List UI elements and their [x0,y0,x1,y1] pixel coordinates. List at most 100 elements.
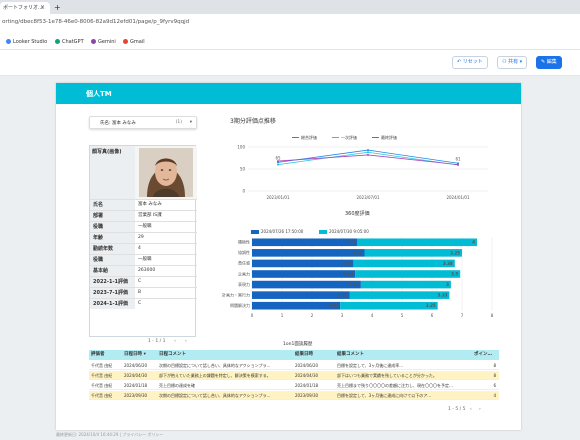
table-cell: 2024/04/30 [124,373,148,378]
legend-label: 2024/07/26 17:50:00 [261,229,304,234]
report-toolbar: ↶ リセット ⚇ 共有 ▾ ✎ 編集 [0,50,580,76]
bar-value-label: 4 [472,240,475,245]
table-pager: 1 - 5 / 5 [448,407,466,412]
address-bar[interactable]: orting/dbec8f53-1e78-46e0-8006-82a9d12ef… [0,14,580,36]
bar [252,238,357,247]
profile-row-label: 役職 [90,255,135,265]
category-label: 計画力・実行力 [222,291,250,297]
tab-title: ポートフォリオ… [3,5,44,11]
table-cell: 売上目標まで残り〇〇〇〇の差額に注力し、現在〇〇〇を予定… [337,383,453,388]
legend-swatch [292,136,299,138]
bar [349,291,450,299]
x-tick-label: 6 [431,313,434,318]
y-tick-label: 0 [242,189,245,194]
line-chart: 0 50 100 2023/01/01 2023/07/01 2024/01/01 65 61 [237,145,488,200]
profile-row-value: 営業部 IS課 [138,213,162,218]
browser-tab-strip: ポートフォリオ… × + [0,0,580,14]
legend-swatch [251,229,259,234]
bar-value-label: 3.44 [343,271,353,276]
category-label: 企画力 [238,270,250,276]
bar-value-label: 2.94 [328,303,338,308]
line-legend-item: 最終評価 [372,135,397,141]
profile-row-value: C [138,301,142,306]
column-header: ポイン… [474,352,492,357]
bookmark-gemini[interactable]: Gemini [91,39,116,45]
gmail-icon [123,39,128,44]
x-tick-label: 2 [311,313,314,318]
profile-row-label: 勤続年数 [90,244,135,254]
dropdown-count: (1) [175,120,182,125]
table-cell: 2024/01/18 [295,383,319,388]
dropdown-label: 氏名: 富本 みなみ [100,121,136,126]
category-label: 協調性 [238,249,250,255]
bar-value-label: 3.63 [349,282,359,287]
prev-page-icon[interactable]: ‹ [174,339,176,344]
bar-value-label: 3.5 [451,271,458,276]
profile-row-value: 29 [138,235,144,240]
table-cell: 2024/06/20 [124,363,148,368]
table-cell: 部下が抱えていた業務上の課題を特定し、解決策を模索する。 [159,373,271,378]
legend-label: 総合評価 [301,135,317,140]
reset-button[interactable]: ↶ リセット [452,56,488,69]
bookmark-looker-studio[interactable]: Looker Studio [6,39,47,45]
column-header: 結果コメント [337,352,364,357]
data-point [457,163,459,166]
data-label: 61 [455,156,461,161]
table-cell: 千代音 由紀 [91,393,113,398]
url-text[interactable]: orting/dbec8f53-1e78-46e0-8006-82a9d12ef… [2,19,189,25]
profile-row-label: 2022-1-1評価 [90,277,135,287]
bookmark-gmail[interactable]: Gmail [123,39,145,45]
bar [252,249,365,257]
legend-swatch [332,136,339,138]
edit-button[interactable]: ✎ 編集 [536,56,562,69]
next-page-icon[interactable]: › [185,339,187,344]
share-button[interactable]: ⚇ 共有 ▾ [497,56,528,69]
bar-legend-item: 2024/07/30 9:05:00 [319,229,369,234]
column-header: 評価者 [91,352,105,357]
bookmark-chatgpt[interactable]: ChatGPT [55,39,84,45]
new-tab-icon[interactable]: + [54,2,61,14]
employee-filter-dropdown[interactable]: 氏名: 富本 みなみ (1) ▾ [89,116,197,129]
data-point [367,149,369,152]
line-legend-item: 総合評価 [292,135,317,141]
profile-row-value: 4 [138,246,141,251]
photo-header: 顔写真(画像) [90,146,135,199]
table-cell: 2024/01/18 [124,383,148,388]
x-tick-label: 3 [341,313,344,318]
data-point [367,153,369,156]
profile-row-label: 基本給 [90,266,135,276]
x-tick-label: 5 [401,313,404,318]
table-cell: 千代音 由紀 [91,363,113,368]
table-cell: 2023/09/30 [124,393,148,398]
table-cell: 千代音 由紀 [91,383,113,388]
table-cell: 4 [493,393,496,398]
category-label: 問題解決力 [230,302,250,308]
table-row: 千代音 由紀 2024/04/30 部下が抱えていた業務上の課題を特定し、解決策を模… [89,371,499,380]
bar-value-label: 3.25 [338,293,348,298]
table-next-page-icon[interactable]: › [479,407,481,412]
bar-value-label: 3.38 [443,261,453,266]
y-tick-label: 50 [240,167,246,172]
table-prev-page-icon[interactable]: ‹ [470,407,472,412]
bar [252,259,354,268]
profile-row-label: 役職 [90,222,135,232]
footer-note: 最終更新日: 2024/10/4 16:44:29 | プライバシー ポリシー [56,432,164,437]
bar-value-label: 3.25 [450,250,460,255]
profile-row: 勤続年数 4 [90,243,197,254]
line-legend-item: 一次評価 [332,135,357,141]
profile-row-label: 部署 [90,211,135,221]
category-label: 積極性 [238,239,250,245]
table-cell: 8 [493,363,496,368]
profile-row-value: 富本 みなみ [138,202,162,207]
category-label: 責任感 [238,260,250,266]
profile-row: 役職 一般職 [90,254,197,265]
profile-card: 顔写真(画像) 氏名 富本 みなみ 部署 営業部 IS課 役職 一般職 年齢 29 勤続年数 4 役… [89,145,197,337]
bookmarks-bar: Looker Studio ChatGPT Gemini Gmail [0,36,580,50]
table-cell: 次期の目標設定について話し合い、具体的なアクションプラ… [159,363,271,368]
close-tab-icon[interactable]: × [40,2,45,14]
report-title: 個人TM [86,90,112,98]
report-page: 個人TM 氏名: 富本 みなみ (1) ▾ 顔写真(画像) 氏名 富本 みなみ 部署… [56,83,521,430]
bar [252,291,350,299]
bar [353,259,455,268]
bar-value-label: 3.75 [353,250,363,255]
